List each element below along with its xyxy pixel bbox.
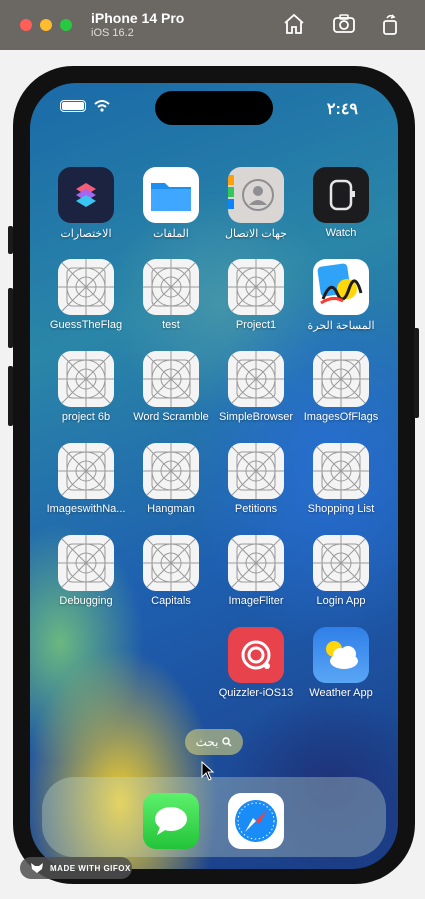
app-watch[interactable]: Watch — [299, 167, 383, 239]
app-label: ImageFliter — [228, 595, 284, 607]
placeholder-app-icon — [143, 535, 199, 591]
app-debugging[interactable]: Debugging — [44, 535, 128, 607]
rotate-icon[interactable] — [378, 12, 402, 36]
app-contacts[interactable]: جهات الاتصال — [214, 167, 298, 240]
shortcuts-icon — [58, 167, 114, 223]
app-petitions[interactable]: Petitions — [214, 443, 298, 515]
mouse-cursor-icon — [201, 761, 215, 781]
quizzler-icon — [228, 627, 284, 683]
app-label: الملفات — [153, 228, 189, 240]
app-label: Word Scramble — [133, 411, 209, 423]
app-label: Petitions — [234, 503, 278, 515]
os-version: iOS 16.2 — [91, 27, 134, 39]
app-label: Quizzler-iOS13 — [218, 687, 294, 699]
home-icon[interactable] — [282, 12, 306, 36]
app-label: Capitals — [151, 595, 191, 607]
app-label: GuessTheFlag — [49, 319, 123, 331]
app-label: Shopping List — [307, 503, 375, 515]
app-test[interactable]: test — [129, 259, 213, 331]
app-simplebrowser[interactable]: SimpleBrowser — [214, 351, 298, 423]
close-window-button[interactable] — [20, 19, 32, 31]
app-label: جهات الاتصال — [225, 228, 287, 240]
search-icon — [222, 737, 232, 747]
app-imagesofflags[interactable]: ImagesOfFlags — [299, 351, 383, 423]
placeholder-app-icon — [313, 535, 369, 591]
app-word-scramble[interactable]: Word Scramble — [129, 351, 213, 423]
placeholder-app-icon — [313, 351, 369, 407]
zoom-window-button[interactable] — [60, 19, 72, 31]
device-name: iPhone 14 Pro — [91, 10, 185, 26]
app-label: Watch — [325, 227, 357, 239]
app-quizzler[interactable]: Quizzler-iOS13 — [214, 627, 298, 699]
gifox-watermark: MADE WITH GIFOX — [20, 857, 132, 879]
app-project-6b[interactable]: project 6b — [44, 351, 128, 423]
app-label: Debugging — [59, 595, 113, 607]
app-label: Project1 — [235, 319, 277, 331]
app-label: test — [162, 319, 180, 331]
minimize-window-button[interactable] — [40, 19, 52, 31]
app-label: المساحة الحرة — [307, 320, 375, 332]
files-icon — [143, 167, 199, 223]
placeholder-app-icon — [58, 351, 114, 407]
weather-icon — [313, 627, 369, 683]
action-button[interactable] — [8, 226, 13, 254]
app-project1[interactable]: Project1 — [214, 259, 298, 331]
dock-app-safari[interactable] — [214, 793, 298, 849]
fox-logo-icon — [31, 863, 43, 873]
placeholder-app-icon — [313, 443, 369, 499]
app-imageswithnames[interactable]: ImageswithNa... — [44, 443, 128, 515]
app-label: Weather App — [309, 687, 373, 699]
placeholder-app-icon — [143, 259, 199, 315]
simulator-titlebar: iPhone 14 Pro iOS 16.2 — [0, 0, 425, 50]
freeform-icon — [313, 259, 369, 315]
app-label: project 6b — [61, 411, 111, 423]
app-label: Hangman — [147, 503, 195, 515]
placeholder-app-icon — [228, 351, 284, 407]
app-login-app[interactable]: Login App — [299, 535, 383, 607]
placeholder-app-icon — [143, 351, 199, 407]
search-label: بحث — [195, 735, 219, 749]
power-button[interactable] — [414, 328, 419, 418]
status-time: ٢:٤٩ — [326, 101, 358, 118]
placeholder-app-icon — [58, 443, 114, 499]
placeholder-app-icon — [143, 443, 199, 499]
app-label: SimpleBrowser — [219, 411, 293, 423]
app-shopping-list[interactable]: Shopping List — [299, 443, 383, 515]
dynamic-island — [155, 91, 273, 125]
battery-icon — [60, 100, 86, 112]
placeholder-app-icon — [228, 535, 284, 591]
status-icons — [60, 100, 110, 112]
app-imagefliter[interactable]: ImageFliter — [214, 535, 298, 607]
home-screen: ٢:٤٩ الاختصارات الملفات جهات الاتصال Wat… — [30, 83, 398, 869]
watch-icon — [313, 167, 369, 223]
app-freeform[interactable]: المساحة الحرة — [299, 259, 383, 332]
wifi-icon — [94, 100, 110, 112]
placeholder-app-icon — [58, 535, 114, 591]
app-hangman[interactable]: Hangman — [129, 443, 213, 515]
app-files[interactable]: الملفات — [129, 167, 213, 240]
spotlight-search-button[interactable]: بحث — [185, 729, 243, 755]
app-label: ImagesOfFlags — [303, 411, 379, 423]
volume-down-button[interactable] — [8, 366, 13, 426]
app-label: الاختصارات — [60, 228, 112, 240]
app-shortcuts[interactable]: الاختصارات — [44, 167, 128, 240]
placeholder-app-icon — [228, 443, 284, 499]
dock-app-messages[interactable] — [129, 793, 213, 849]
placeholder-app-icon — [228, 259, 284, 315]
contacts-icon — [228, 167, 284, 223]
watermark-label: MADE WITH GIFOX — [50, 863, 131, 873]
app-label: Login App — [316, 595, 366, 607]
app-weather[interactable]: Weather App — [299, 627, 383, 699]
app-guesstheflag[interactable]: GuessTheFlag — [44, 259, 128, 331]
messages-icon — [143, 793, 199, 849]
placeholder-app-icon — [58, 259, 114, 315]
safari-icon — [228, 793, 284, 849]
screenshot-camera-icon[interactable] — [332, 12, 356, 36]
volume-up-button[interactable] — [8, 288, 13, 348]
app-capitals[interactable]: Capitals — [129, 535, 213, 607]
app-label: ImageswithNa... — [46, 503, 126, 515]
